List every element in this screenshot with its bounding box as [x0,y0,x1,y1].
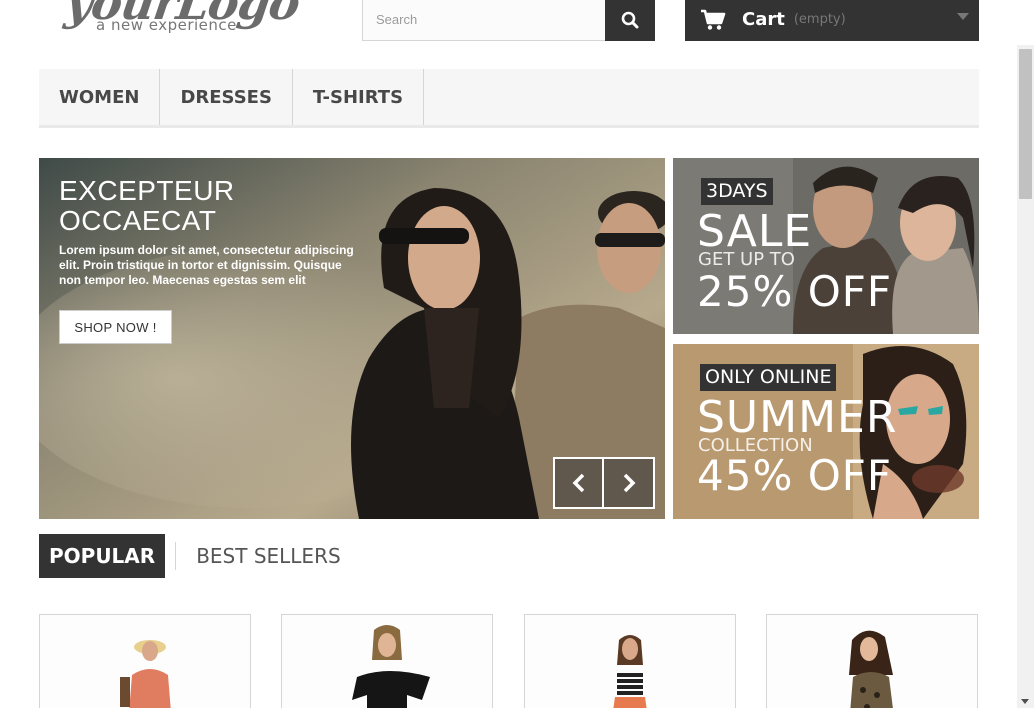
product-image [525,615,735,708]
search-bar [362,0,655,41]
page-scrollbar[interactable] [1017,45,1034,708]
promo-banner-sale[interactable]: 3DAYS SALE GET UP TO 25% OFF [673,158,979,334]
slide-title: EXCEPTEUR OCCAECAT [59,175,235,236]
chevron-down-icon [957,13,969,20]
product-image [282,615,492,708]
banner-summer-headline: SUMMER [697,392,898,443]
site-logo[interactable]: yourLogo a new experience [60,0,310,36]
scrollbar-thumb[interactable] [1019,49,1032,199]
banner-sale-discount: 25% OFF [697,267,893,316]
slider-prev-button[interactable] [553,457,604,509]
product-card[interactable] [281,614,493,708]
product-card[interactable] [524,614,736,708]
product-image [40,615,250,708]
scroll-down-arrow-icon[interactable] [1021,699,1029,704]
product-card[interactable] [766,614,978,708]
banner-summer-tag: ONLY ONLINE [700,364,837,391]
slide-description: Lorem ipsum dolor sit amet, consectetur … [59,243,354,287]
slider-next-button[interactable] [604,457,655,509]
product-card[interactable] [39,614,251,708]
shop-now-button[interactable]: SHOP NOW ! [59,310,172,344]
homepage-slider: EXCEPTEUR OCCAECAT Lorem ipsum dolor sit… [39,158,665,519]
search-button[interactable] [605,0,655,41]
tab-best-sellers[interactable]: BEST SELLERS [186,534,350,578]
chevron-left-icon [572,473,584,493]
menu-item-dresses[interactable]: DRESSES [160,69,293,125]
search-icon [621,11,639,28]
chevron-right-icon [623,473,635,493]
tab-divider [175,542,177,570]
logo-tagline: a new experience [96,16,237,34]
tab-popular[interactable]: POPULAR [39,534,166,578]
product-tabs: POPULAR BEST SELLERS [39,534,351,578]
cart-button[interactable]: Cart (empty) [685,0,979,41]
banner-summer-discount: 45% OFF [697,451,893,500]
cart-label: Cart [742,9,785,30]
cart-status: (empty) [793,12,846,27]
cart-icon [701,9,726,30]
slider-controls [553,457,655,509]
main-menu: WOMEN DRESSES T-SHIRTS [39,69,979,128]
banner-sale-headline: SALE [697,206,813,257]
menu-item-t-shirts[interactable]: T-SHIRTS [293,69,425,125]
promo-banner-summer[interactable]: ONLY ONLINE SUMMER COLLECTION 45% OFF [673,344,979,519]
search-input[interactable] [362,0,605,41]
product-image [767,615,977,708]
menu-item-women[interactable]: WOMEN [39,69,161,125]
banner-sale-tag: 3DAYS [701,178,773,205]
